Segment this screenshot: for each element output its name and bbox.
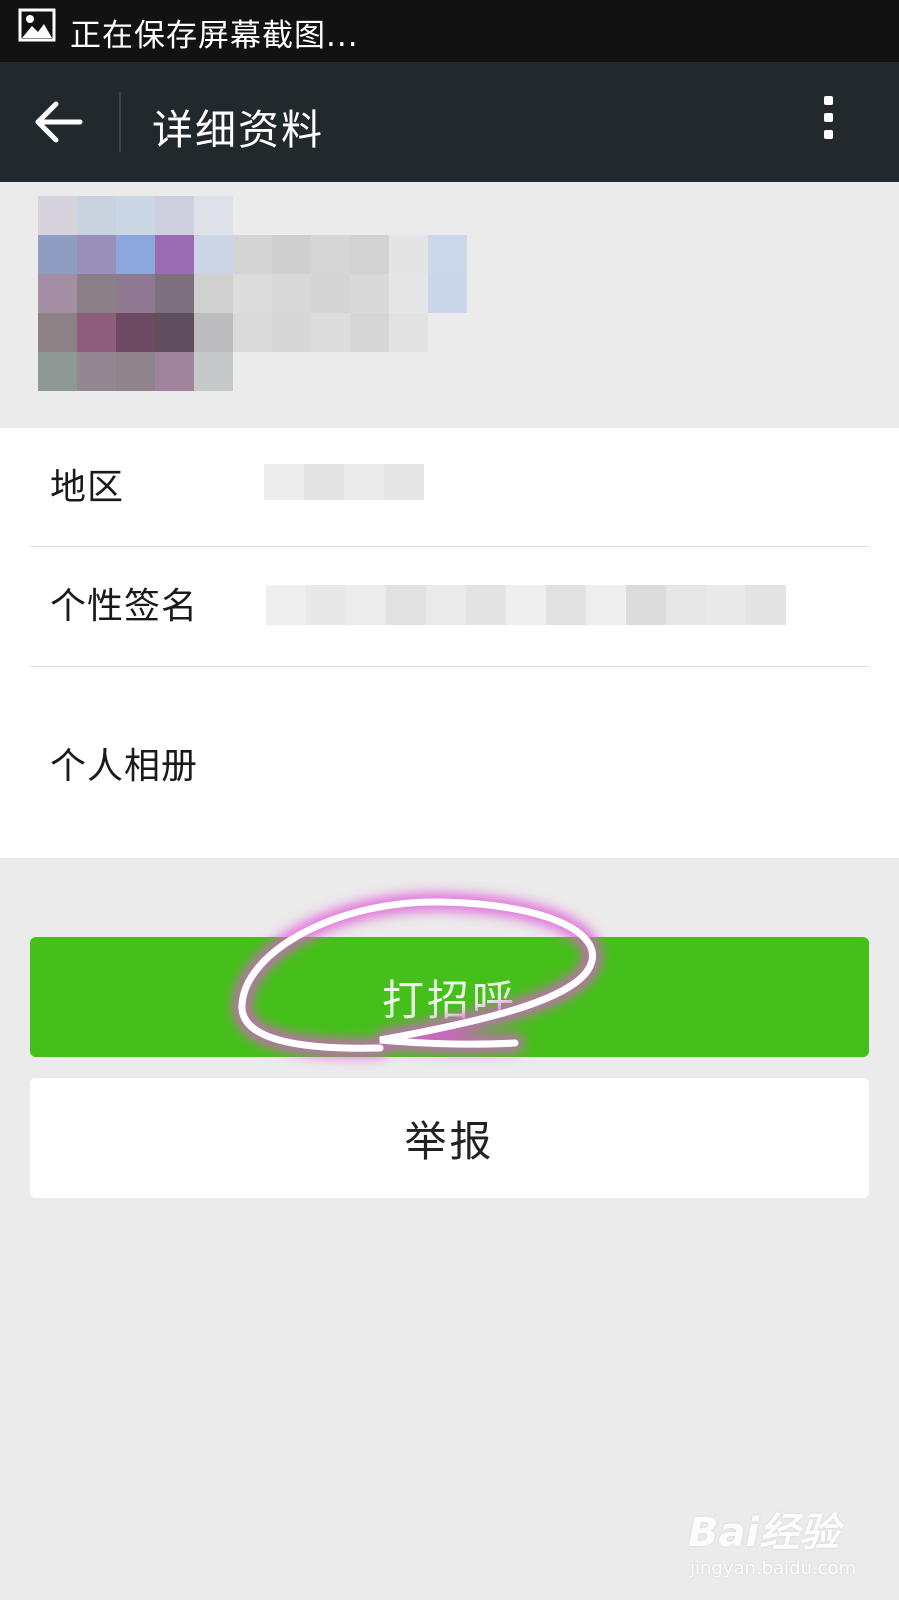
image-icon <box>18 8 56 42</box>
signature-value-blurred <box>386 585 426 625</box>
signature-value-blurred <box>706 585 746 625</box>
signature-value-blurred <box>346 585 386 625</box>
signature-row[interactable]: 个性签名 <box>30 547 869 665</box>
greet-button[interactable]: 打招呼 <box>30 937 869 1057</box>
baidu-jingyan-watermark: Bai经验 jingyan.baidu.com <box>688 1500 856 1579</box>
region-value-blurred <box>384 464 424 500</box>
region-value-blurred <box>264 464 304 500</box>
info-panel: 地区 个性签名 个人相册 <box>0 428 899 858</box>
app-bar: 详细资料 <box>0 62 899 182</box>
app-bar-divider <box>119 92 121 152</box>
more-vertical-icon[interactable] <box>814 96 842 152</box>
region-value-blurred <box>344 464 384 500</box>
signature-value-blurred <box>466 585 506 625</box>
signature-value-blurred <box>506 585 546 625</box>
album-row[interactable]: 个人相册 <box>30 667 869 857</box>
signature-value-blurred <box>666 585 706 625</box>
region-value-blurred <box>304 464 344 500</box>
region-label: 地区 <box>50 467 125 508</box>
signature-label: 个性签名 <box>50 586 199 627</box>
report-button[interactable]: 举报 <box>30 1078 869 1198</box>
back-arrow-icon[interactable] <box>30 98 86 146</box>
status-text: 正在保存屏幕截图... <box>70 18 359 54</box>
watermark-logo: Bai经验 <box>688 1510 840 1556</box>
signature-value-blurred <box>426 585 466 625</box>
signature-value-blurred <box>266 585 306 625</box>
signature-value-blurred <box>626 585 666 625</box>
status-bar: 正在保存屏幕截图... <box>0 0 899 62</box>
signature-value-blurred <box>746 585 786 625</box>
page-title: 详细资料 <box>152 106 324 154</box>
signature-value-blurred <box>306 585 346 625</box>
album-label: 个人相册 <box>50 746 199 787</box>
watermark-url: jingyan.baidu.com <box>690 1558 857 1579</box>
signature-value-blurred <box>546 585 586 625</box>
signature-value-blurred <box>586 585 626 625</box>
region-row[interactable]: 地区 <box>30 428 869 546</box>
profile-header <box>0 182 899 426</box>
